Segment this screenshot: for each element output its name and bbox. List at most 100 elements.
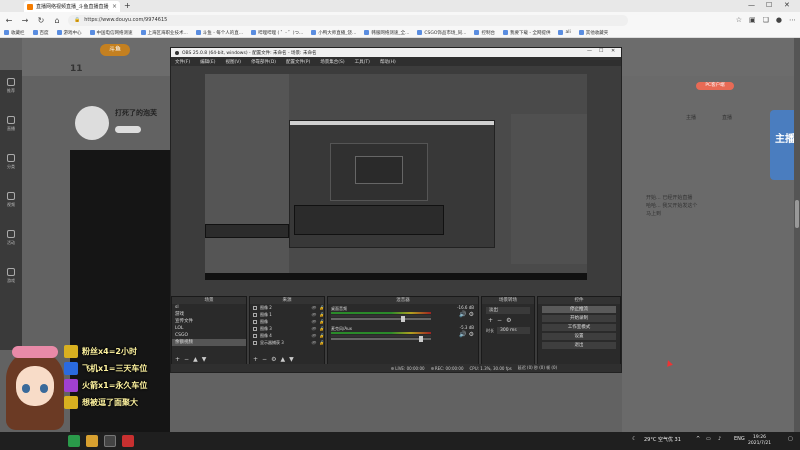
reload-icon[interactable]: ↻ [36,16,46,25]
page-scrollbar[interactable] [794,38,800,432]
new-tab-button[interactable]: + [124,1,131,10]
transition-settings-icon[interactable]: ⚙ [506,317,511,324]
obs-preview[interactable] [205,74,587,280]
eye-icon[interactable]: 👁 [311,312,316,317]
lock-icon[interactable]: 🔓 [319,305,324,310]
obs-maximize-icon[interactable]: ☐ [599,48,603,54]
sidebar-item[interactable]: 分类 [3,154,19,176]
obs-minimize-icon[interactable]: — [587,48,592,54]
source-item[interactable]: 显示器捕获 3 👁 🔓 [250,339,324,346]
taskbar-app-2[interactable] [86,435,98,447]
control-button[interactable]: 设置 [542,333,616,340]
bookmark-item[interactable]: 哔哩哔哩 ( ゜- ゜)つ... [251,30,303,36]
obs-taskbar-icon[interactable] [104,435,116,447]
sidebar-item[interactable]: 视频 [3,192,19,214]
eye-icon[interactable]: 👁 [311,333,316,338]
scene-item[interactable]: LOL [172,325,246,332]
bookmark-item[interactable]: 我要下载 - 全网提供 [502,30,550,36]
bookmark-item[interactable]: 其他收藏夹 [578,30,608,36]
obs-menu-item[interactable]: 编辑(E) [200,59,215,65]
source-settings-icon[interactable]: ⚙ [271,356,276,363]
source-up-icon[interactable]: ▲ [280,356,285,363]
tray-up-icon[interactable]: ^ [696,436,700,442]
weather-icon[interactable]: ☾ [632,436,636,442]
scene-up-icon[interactable]: ▲ [193,356,198,363]
source-item[interactable]: 图像 👁 🔓 [250,318,324,325]
volume-slider[interactable] [331,318,431,320]
lock-icon[interactable]: 🔓 [319,340,324,345]
menu-dots-icon[interactable]: ⋯ [789,16,796,24]
remove-transition-icon[interactable]: − [497,317,502,324]
extension-icon[interactable]: ▣ [749,16,756,24]
obs-menu-item[interactable]: 配置文件(P) [286,59,310,65]
close-tab-icon[interactable]: × [112,3,117,10]
scene-item[interactable]: 游戏 [172,311,246,318]
browser-tab[interactable]: 直播网络视频直播_斗鱼直播直播_... × [24,1,120,12]
system-clock[interactable]: 19:26 2021/7/21 [748,435,771,447]
source-item[interactable]: 图像 2 👁 🔓 [250,304,324,311]
bookmark-item[interactable]: 韩服网络测速_全... [364,30,409,36]
control-button[interactable]: 工作室模式 [542,324,616,331]
lock-icon[interactable]: 🔓 [319,333,324,338]
taskbar-app-4[interactable] [122,435,134,447]
network-icon[interactable]: ▭ [706,436,711,442]
scene-item[interactable]: sl [172,304,246,311]
favorite-star-icon[interactable]: ☆ [736,16,742,24]
control-button[interactable]: 停止推流 [542,306,616,313]
profile-icon[interactable]: ● [776,16,782,24]
bookmark-item[interactable]: 上海区海职业技术... [140,30,188,36]
volume-icon[interactable]: ♪ [718,436,721,442]
source-item[interactable]: 图像 4 👁 🔓 [250,332,324,339]
bookmark-item[interactable]: 小鸭大师直播_饶... [311,30,356,36]
sidebar-item[interactable]: 推荐 [3,78,19,100]
close-window-icon[interactable]: ✕ [784,1,790,9]
lock-icon[interactable]: 🔓 [319,319,324,324]
taskbar-app-1[interactable] [68,435,80,447]
bookmark-item[interactable]: 中国电信网络测速 [89,30,133,36]
bookmark-item[interactable]: 收藏栏 [4,30,25,36]
remove-source-icon[interactable]: − [262,356,267,363]
home-icon[interactable]: ⌂ [52,16,62,25]
speaker-icon[interactable]: 🔊 ⚙ [459,311,474,318]
eye-icon[interactable]: 👁 [311,340,316,345]
scene-item[interactable]: 宣传文件 [172,318,246,325]
sidebar-item[interactable]: 直播 [3,116,19,138]
sidebar-item[interactable]: 游戏 [3,268,19,290]
source-item[interactable]: 图像 1 👁 🔓 [250,311,324,318]
obs-menu-item[interactable]: 场景集合(S) [320,59,344,65]
collections-icon[interactable]: ❏ [763,16,769,24]
add-transition-icon[interactable]: + [488,317,493,324]
bookmark-item[interactable]: 百度 [32,30,49,36]
eye-icon[interactable]: 👁 [311,326,316,331]
obs-menu-item[interactable]: 视图(V) [225,59,241,65]
volume-knob[interactable] [401,316,405,322]
remove-scene-icon[interactable]: − [184,356,189,363]
input-lang[interactable]: ENG [734,436,745,442]
bookmark-item[interactable]: ali [558,30,571,35]
obs-close-icon[interactable]: ✕ [611,48,615,54]
maximize-icon[interactable]: ☐ [766,1,772,9]
obs-menu-item[interactable]: 停靠部件(D) [251,59,276,65]
lock-icon[interactable]: 🔓 [319,312,324,317]
pc-client-button[interactable]: PC客户端 [696,82,734,90]
obs-menu-item[interactable]: 工具(T) [355,59,370,65]
obs-menu-item[interactable]: 帮助(H) [380,59,396,65]
eye-icon[interactable]: 👁 [311,319,316,324]
bookmark-item[interactable]: 斗鱼 - 每个人的直... [195,30,243,36]
back-icon[interactable]: ← [4,16,14,25]
eye-icon[interactable]: 👁 [311,305,316,310]
lock-icon[interactable]: 🔓 [319,326,324,331]
douyu-logo[interactable]: 斗鱼 [100,44,130,56]
duration-input[interactable]: 300 ms [497,327,530,334]
volume-slider[interactable] [331,338,431,340]
follow-pill[interactable] [115,126,141,133]
sidebar-item[interactable]: 活动 [3,230,19,252]
scene-down-icon[interactable]: ▼ [202,356,207,363]
volume-knob[interactable] [419,336,423,342]
transition-select[interactable]: 淡出 [486,307,530,314]
weather-text[interactable]: 29°C 空气优 31 [644,436,681,443]
control-button[interactable]: 开始录制 [542,315,616,322]
source-item[interactable]: 图像 3 👁 🔓 [250,325,324,332]
avatar[interactable] [75,106,109,140]
bookmark-item[interactable]: 游戏中心 [56,30,82,36]
